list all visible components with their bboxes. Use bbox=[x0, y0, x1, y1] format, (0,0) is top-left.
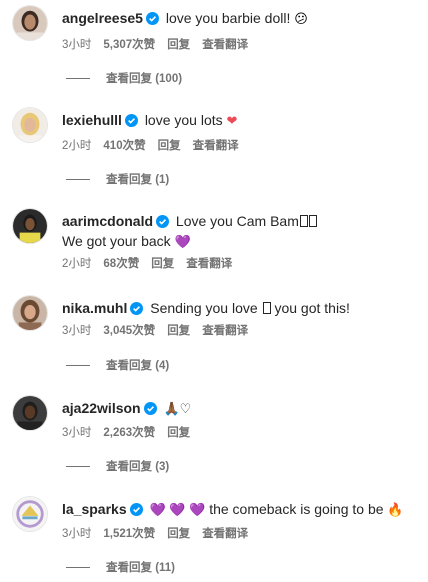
verified-badge-icon bbox=[124, 114, 138, 127]
comment-text: love you barbie doll! bbox=[165, 10, 291, 26]
avatar[interactable] bbox=[12, 295, 48, 331]
translate-button[interactable]: 查看翻译 bbox=[193, 140, 239, 152]
divider-dash bbox=[66, 466, 90, 468]
view-replies-label[interactable]: 查看回复 (11) bbox=[106, 562, 175, 574]
missing-glyph-icon bbox=[262, 302, 271, 314]
fire-icon: 🔥 bbox=[387, 502, 404, 517]
username[interactable]: la_sparks bbox=[62, 501, 127, 517]
like-count[interactable]: 5,307次赞 bbox=[103, 39, 155, 51]
timestamp: 3小时 bbox=[62, 528, 92, 540]
verified-badge-icon bbox=[129, 503, 143, 516]
reply-button[interactable]: 回复 bbox=[151, 258, 174, 270]
translate-button[interactable]: 查看翻译 bbox=[186, 258, 232, 270]
view-replies-label[interactable]: 查看回复 (1) bbox=[106, 174, 169, 186]
verified-badge-icon bbox=[130, 302, 144, 315]
verified-badge-icon bbox=[156, 215, 170, 228]
view-replies-label[interactable]: 查看回复 (3) bbox=[106, 461, 169, 473]
heart-icon: ❤ bbox=[226, 113, 238, 128]
divider-dash bbox=[66, 567, 90, 569]
username[interactable]: aja22wilson bbox=[62, 400, 141, 416]
username[interactable]: aarimcdonald bbox=[62, 213, 153, 229]
username[interactable]: nika.muhl bbox=[62, 300, 127, 316]
divider-dash bbox=[66, 78, 90, 80]
divider-dash bbox=[66, 365, 90, 367]
like-count[interactable]: 2,263次赞 bbox=[103, 427, 155, 439]
view-replies-label[interactable]: 查看回复 (4) bbox=[106, 360, 169, 372]
emoji-icon: 😕 bbox=[294, 11, 308, 26]
like-count[interactable]: 3,045次赞 bbox=[103, 325, 155, 337]
reply-button[interactable]: 回复 bbox=[167, 39, 190, 51]
purple-heart-icon: 💜 bbox=[174, 234, 191, 249]
view-replies-label[interactable]: 查看回复 (100) bbox=[106, 73, 182, 85]
view-replies[interactable]: 查看回复 (4) bbox=[66, 359, 169, 374]
like-count[interactable]: 410次赞 bbox=[103, 140, 145, 152]
username[interactable]: angelreese5 bbox=[62, 10, 143, 26]
view-replies[interactable]: 查看回复 (3) bbox=[66, 460, 169, 475]
avatar[interactable] bbox=[12, 107, 48, 143]
reply-button[interactable]: 回复 bbox=[167, 528, 190, 540]
view-replies[interactable]: 查看回复 (100) bbox=[66, 72, 182, 87]
comment-text-line2: We got your back bbox=[62, 233, 171, 249]
comment-text: the comeback is going to be bbox=[209, 501, 384, 517]
avatar[interactable] bbox=[12, 208, 48, 244]
view-replies[interactable]: 查看回复 (11) bbox=[66, 561, 175, 576]
translate-button[interactable]: 查看翻译 bbox=[202, 325, 248, 337]
purple-hearts-icon: 💜 💜 💜 bbox=[149, 502, 206, 517]
reply-button[interactable]: 回复 bbox=[167, 325, 190, 337]
verified-badge-icon bbox=[145, 12, 159, 25]
timestamp: 3小时 bbox=[62, 325, 92, 337]
avatar[interactable] bbox=[12, 496, 48, 532]
white-heart-icon: ♡ bbox=[179, 401, 192, 416]
comment-text: Love you Cam Bam bbox=[175, 213, 299, 229]
timestamp: 2小时 bbox=[62, 140, 92, 152]
reply-button[interactable]: 回复 bbox=[167, 427, 190, 439]
folded-hands-icon: 🙏🏾 bbox=[163, 401, 180, 416]
timestamp: 3小时 bbox=[62, 427, 92, 439]
avatar[interactable] bbox=[12, 5, 48, 41]
missing-glyph-icon bbox=[308, 215, 317, 227]
like-count[interactable]: 68次赞 bbox=[103, 258, 139, 270]
view-replies[interactable]: 查看回复 (1) bbox=[66, 173, 169, 188]
comment-text: Sending you love bbox=[150, 300, 258, 316]
divider-dash bbox=[66, 179, 90, 181]
comment-text: love you lots bbox=[144, 112, 223, 128]
username[interactable]: lexiehulll bbox=[62, 112, 122, 128]
avatar[interactable] bbox=[12, 395, 48, 431]
timestamp: 3小时 bbox=[62, 39, 92, 51]
reply-button[interactable]: 回复 bbox=[158, 140, 181, 152]
like-count[interactable]: 1,521次赞 bbox=[103, 528, 155, 540]
translate-button[interactable]: 查看翻译 bbox=[202, 528, 248, 540]
timestamp: 2小时 bbox=[62, 258, 92, 270]
missing-glyph-icon bbox=[299, 215, 308, 227]
comment-text-end: you got this! bbox=[274, 300, 350, 316]
verified-badge-icon bbox=[143, 402, 157, 415]
translate-button[interactable]: 查看翻译 bbox=[202, 39, 248, 51]
